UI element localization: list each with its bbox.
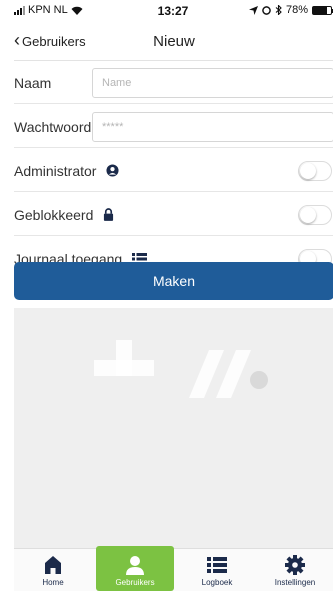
blocked-toggle[interactable] — [298, 204, 332, 225]
navigation-bar: ‹ Gebruikers Nieuw — [14, 21, 333, 61]
status-right: 78% — [248, 4, 333, 16]
tab-users-label: Gebruikers — [115, 578, 155, 587]
list-icon — [207, 557, 227, 573]
home-icon — [45, 556, 61, 574]
tab-log-label: Logboek — [201, 578, 233, 587]
password-label: Wachtwoord — [14, 118, 92, 135]
app-screen: KPN NL 13:27 78% ‹ Gebruikers Nieuw Naam… — [4, 0, 333, 591]
password-input[interactable] — [92, 111, 333, 142]
lock-icon — [104, 208, 114, 221]
location-icon — [248, 5, 258, 15]
alarm-icon — [262, 5, 271, 15]
name-row: Naam — [14, 62, 333, 104]
toggle-knob — [300, 206, 316, 223]
toggle-knob — [300, 162, 316, 179]
tab-bar: Home Gebruikers Logboek Instellingen — [14, 546, 333, 591]
create-button[interactable]: Maken — [14, 262, 333, 300]
bluetooth-icon — [275, 5, 282, 15]
page-title: Nieuw — [153, 33, 195, 50]
blocked-label-group: Geblokkeerd — [14, 207, 114, 223]
password-row: Wachtwoord — [14, 106, 333, 148]
administrator-row: Administrator — [14, 150, 333, 192]
tab-log[interactable]: Logboek — [178, 549, 256, 591]
administrator-label-group: Administrator — [14, 162, 120, 179]
tab-users[interactable]: Gebruikers — [96, 546, 174, 591]
tab-home[interactable]: Home — [14, 549, 92, 591]
blocked-row: Geblokkeerd — [14, 194, 333, 236]
tab-settings[interactable]: Instellingen — [256, 549, 333, 591]
name-input[interactable] — [92, 67, 333, 98]
tab-home-label: Home — [42, 578, 64, 587]
administrator-toggle[interactable] — [298, 160, 332, 181]
logo-watermark — [94, 340, 268, 398]
administrator-label: Administrator — [14, 162, 97, 179]
name-label: Naam — [14, 74, 52, 91]
gear-icon — [285, 555, 305, 575]
battery-fill — [313, 6, 328, 14]
blocked-label: Geblokkeerd — [14, 206, 94, 223]
battery-percent: 78% — [285, 4, 308, 16]
user-shield-icon — [106, 164, 120, 177]
tab-settings-label: Instellingen — [274, 578, 316, 587]
status-bar: KPN NL 13:27 78% — [14, 0, 333, 20]
user-icon — [126, 556, 144, 575]
battery-icon — [312, 5, 333, 15]
